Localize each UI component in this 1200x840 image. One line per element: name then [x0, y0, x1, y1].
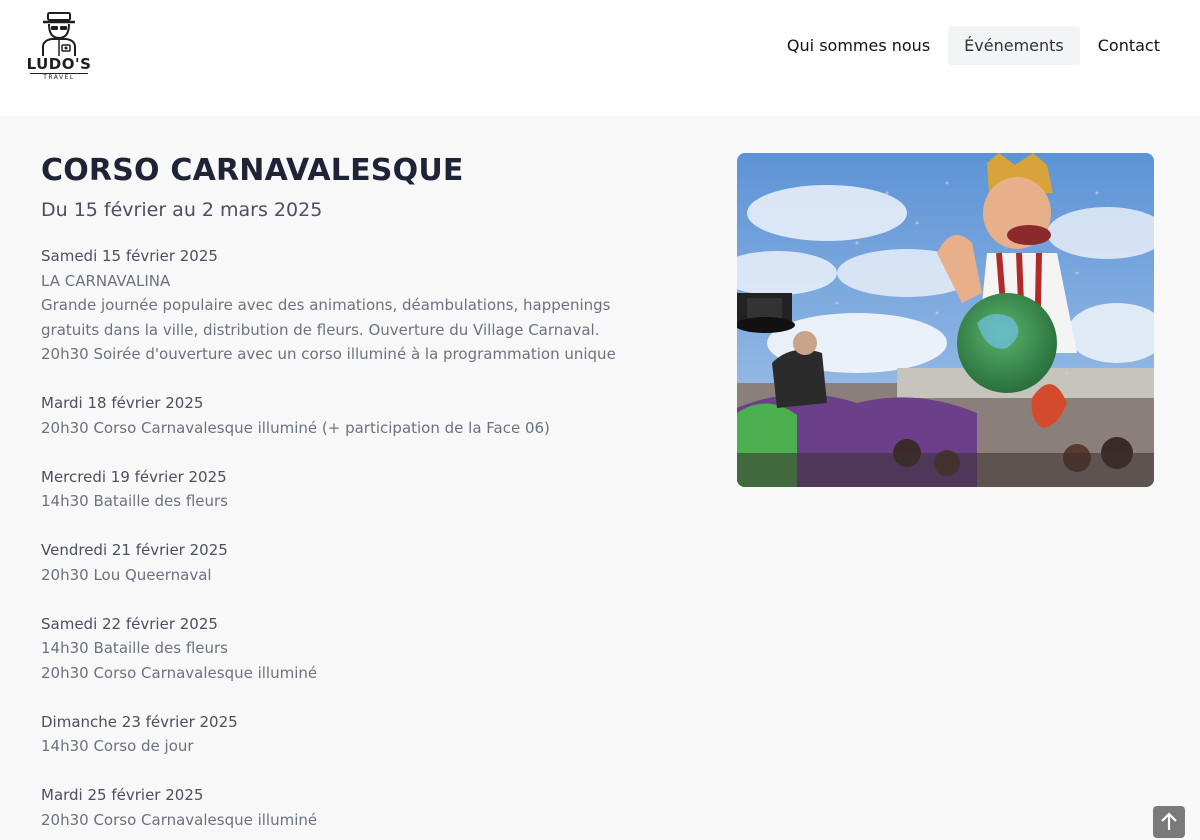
logo-name: LUDO'S — [26, 55, 92, 73]
event-day: Dimanche 23 février 2025 — [41, 712, 238, 731]
main-nav: Qui sommes nous Événements Contact — [771, 26, 1176, 65]
logo-tagline: TRAVEL — [30, 73, 88, 82]
event-day: Mardi 18 février 2025 — [41, 394, 204, 412]
event-detail: 20h30 Corso Carnavalesque illuminé — [41, 663, 318, 682]
event-schedule: Samedi 15 février 2025 LA CARNAVALINA Gran… — [41, 244, 681, 832]
event-detail: gratuits dans la ville, distribution de … — [41, 320, 600, 339]
event-item: Mercredi 19 février 2025 14h30 Bataille d… — [41, 465, 681, 514]
event-detail: 20h30 Soirée d'ouverture avec un corso i… — [41, 345, 616, 363]
event-item: Samedi 22 février 2025 14h30 Bataille des… — [41, 612, 681, 686]
nav-item-contact[interactable]: Contact — [1082, 26, 1176, 65]
site-logo[interactable]: LUDO'S TRAVEL — [26, 12, 92, 82]
event-detail: 20h30 Corso Carnavalesque illuminé (+ pa… — [41, 418, 550, 437]
event-detail: 14h30 Bataille des fleurs — [41, 639, 229, 657]
event-content: CORSO CARNAVALESQUE Du 15 février au 2 m… — [41, 152, 681, 840]
nav-item-evenements[interactable]: Événements — [948, 26, 1080, 65]
event-item: Vendredi 21 février 2025 20h30 Lou Queern… — [41, 538, 681, 587]
event-detail: 14h30 Corso de jour — [41, 737, 194, 755]
carnival-photo — [737, 153, 1154, 487]
event-day: Mercredi 19 février 2025 — [41, 467, 227, 486]
logo-tagline-text: TRAVEL — [40, 74, 78, 81]
arrow-up-icon — [1161, 812, 1177, 830]
event-item: Dimanche 23 février 2025 14h30 Corso de j… — [41, 710, 681, 759]
event-day: Vendredi 21 février 2025 — [41, 541, 228, 559]
event-detail: Grande journée populaire avec des animat… — [41, 296, 611, 314]
event-detail: 20h30 Lou Queernaval — [41, 565, 212, 584]
event-item: Mardi 25 février 2025 20h30 Corso Carnava… — [41, 783, 681, 832]
nav-item-qui-sommes-nous[interactable]: Qui sommes nous — [771, 26, 946, 65]
event-detail: 14h30 Bataille des fleurs — [41, 492, 229, 510]
event-detail: LA CARNAVALINA — [41, 271, 171, 290]
site-header: LUDO'S TRAVEL Qui sommes nous Événements… — [0, 0, 1200, 116]
event-item: Samedi 15 février 2025 LA CARNAVALINA Gran… — [41, 244, 681, 367]
date-range: Du 15 février au 2 mars 2025 — [41, 199, 323, 221]
event-day: Samedi 15 février 2025 — [41, 247, 218, 265]
scroll-to-top-button[interactable] — [1153, 806, 1185, 838]
event-day: Mardi 25 février 2025 — [41, 786, 204, 804]
traveler-icon — [42, 12, 76, 56]
event-item: Mardi 18 février 2025 20h30 Corso Carnava… — [41, 391, 681, 440]
page-title: CORSO CARNAVALESQUE — [41, 153, 464, 188]
event-detail: 20h30 Corso Carnavalesque illuminé — [41, 810, 318, 829]
event-day: Samedi 22 février 2025 — [41, 614, 218, 633]
